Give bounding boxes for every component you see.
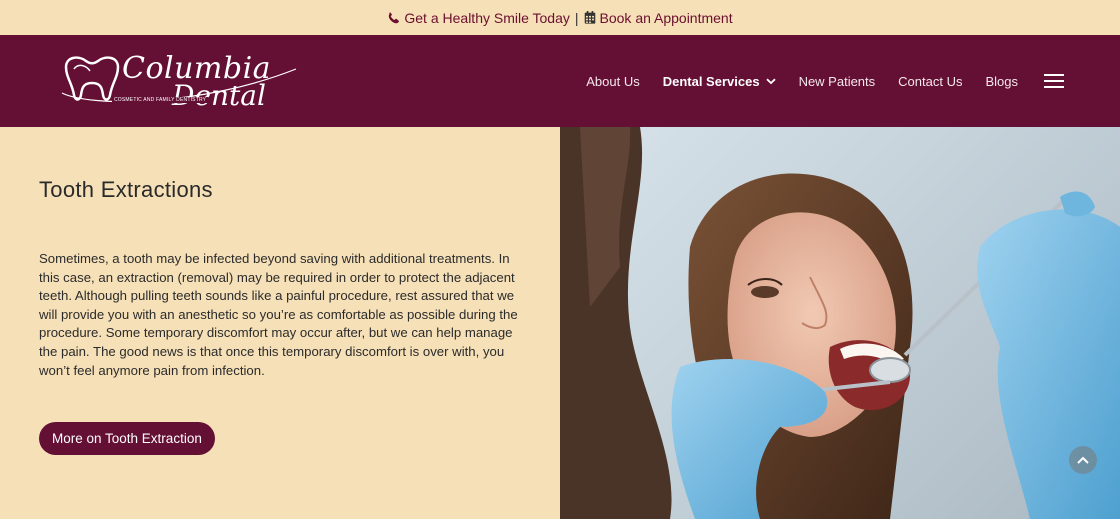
book-appointment-link[interactable]: Book an Appointment bbox=[584, 10, 733, 26]
section-body: Sometimes, a tooth may be infected beyon… bbox=[39, 251, 518, 378]
announcement-bar: Get a Healthy Smile Today | Book an Appo… bbox=[0, 0, 1120, 35]
nav-item-label: New Patients bbox=[798, 73, 876, 89]
scroll-to-top-button[interactable] bbox=[1069, 446, 1097, 474]
topbar-separator: | bbox=[574, 9, 579, 26]
main-nav: About Us Dental Services New Patients Co… bbox=[586, 35, 1064, 127]
site-header: Columbia Dental COSMETIC AND FAMILY DENT… bbox=[0, 35, 1120, 127]
chevron-down-icon bbox=[765, 78, 776, 84]
nav-item-contact-us[interactable]: Contact Us bbox=[898, 74, 962, 89]
more-on-tooth-extraction-button[interactable]: More on Tooth Extraction bbox=[39, 422, 215, 455]
nav-item-label: Contact Us bbox=[898, 73, 963, 89]
calendar-icon bbox=[584, 11, 595, 24]
smile-link[interactable]: Get a Healthy Smile Today bbox=[387, 10, 570, 26]
extraction-section: Tooth Extractions Sometimes, a tooth may… bbox=[0, 127, 560, 519]
nav-item-label: Blogs bbox=[985, 73, 1018, 89]
smile-label: Get a Healthy Smile Today bbox=[404, 9, 570, 26]
nav-item-about-us[interactable]: About Us bbox=[586, 74, 639, 89]
nav-item-new-patients[interactable]: New Patients bbox=[799, 74, 876, 89]
nav-item-dental-services[interactable]: Dental Services bbox=[663, 74, 776, 89]
page-title: Tooth Extractions bbox=[39, 177, 213, 202]
logo-name-line2: Dental bbox=[172, 79, 266, 112]
logo-tagline: COSMETIC AND FAMILY DENTISTRY bbox=[112, 97, 209, 103]
appointment-label: Book an Appointment bbox=[599, 9, 733, 26]
nav-item-blogs[interactable]: Blogs bbox=[985, 74, 1018, 89]
nav-item-label: About Us bbox=[586, 73, 640, 89]
dental-exam-photo bbox=[560, 127, 1120, 519]
site-logo[interactable]: Columbia Dental COSMETIC AND FAMILY DENT… bbox=[60, 49, 300, 112]
chevron-up-icon bbox=[1077, 456, 1089, 464]
phone-icon bbox=[389, 11, 400, 24]
hamburger-icon[interactable] bbox=[1044, 74, 1064, 88]
nav-item-label: Dental Services bbox=[662, 73, 760, 89]
